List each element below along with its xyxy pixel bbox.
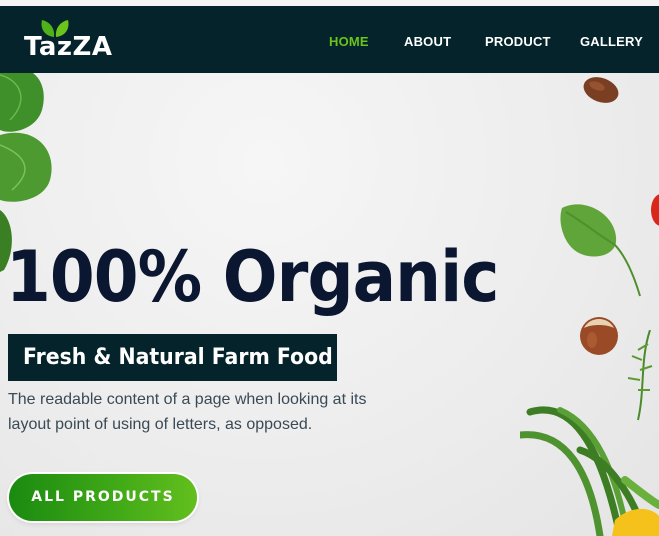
- hero-title: 100% Organic: [6, 236, 499, 318]
- nav-home[interactable]: HOME: [329, 34, 369, 49]
- hero-description: The readable content of a page when look…: [8, 391, 367, 433]
- nav-product[interactable]: PRODUCT: [485, 34, 551, 49]
- almond-image: [583, 77, 619, 103]
- spinach-leaf-image: [560, 204, 641, 297]
- hero-subtitle: Fresh & Natural Farm Food: [23, 345, 333, 370]
- nav-about[interactable]: ABOUT: [404, 34, 451, 49]
- all-products-button[interactable]: ALL PRODUCTS: [9, 474, 197, 521]
- logo-text: TazZA: [24, 32, 113, 62]
- navbar: TazZA HOME ABOUT PRODUCT GALLERY: [0, 6, 659, 73]
- green-beans-image: [520, 330, 659, 536]
- nav-gallery[interactable]: GALLERY: [580, 34, 643, 49]
- tomato-image: [651, 194, 659, 226]
- hero-subtitle-box: Fresh & Natural Farm Food: [8, 334, 337, 381]
- page: TazZA HOME ABOUT PRODUCT GALLERY 100% Or…: [0, 0, 659, 536]
